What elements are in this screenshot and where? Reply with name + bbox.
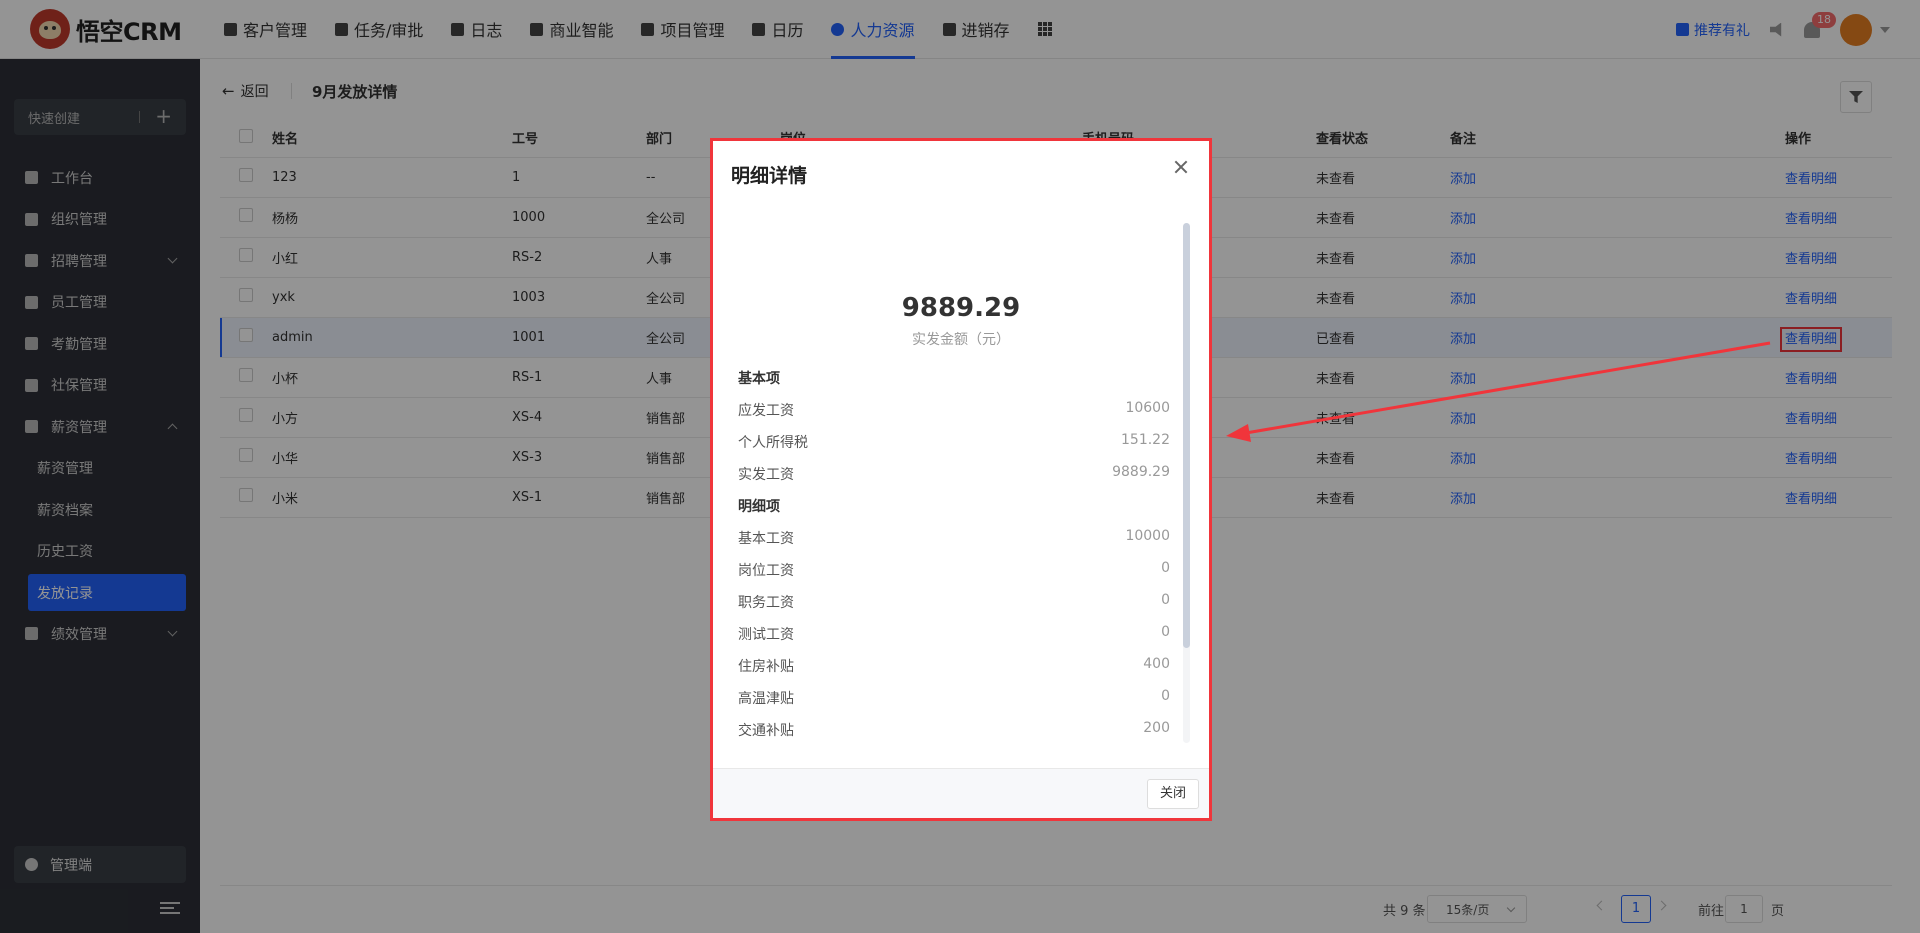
detail-label: 测试工资 xyxy=(738,627,794,643)
section-title: 明细项 xyxy=(738,499,780,515)
detail-row: 应发工资 10600 xyxy=(738,400,1170,420)
detail-row: 高温津贴 0 xyxy=(738,688,1170,708)
detail-label: 住房补贴 xyxy=(738,659,794,675)
detail-dialog: 明细详情 9889.29 实发金额（元） 基本项应发工资 10600 个人所得税 15… xyxy=(710,138,1212,821)
detail-row: 测试工资 0 xyxy=(738,624,1170,644)
detail-value: 400 xyxy=(1143,656,1170,672)
net-amount: 9889.29 xyxy=(901,293,1021,323)
detail-value: 0 xyxy=(1161,592,1170,608)
section-title: 基本项 xyxy=(738,371,780,387)
detail-row: 实发工资 9889.29 xyxy=(738,464,1170,484)
detail-value: 0 xyxy=(1161,688,1170,704)
dialog-footer: 关闭 xyxy=(713,768,1209,818)
dialog-body[interactable]: 9889.29 实发金额（元） 基本项应发工资 10600 个人所得税 151.22 实… xyxy=(713,211,1209,742)
detail-value: 0 xyxy=(1161,560,1170,576)
detail-value: 0 xyxy=(1161,624,1170,640)
detail-value: 151.22 xyxy=(1121,432,1170,448)
detail-row: 住房补贴 400 xyxy=(738,656,1170,676)
dialog-scrollbar[interactable] xyxy=(1183,223,1190,743)
detail-label: 交通补贴 xyxy=(738,723,794,739)
dialog-title: 明细详情 xyxy=(731,165,808,187)
detail-value: 200 xyxy=(1143,720,1170,736)
detail-label: 个人所得税 xyxy=(738,435,808,451)
detail-label: 职务工资 xyxy=(738,595,794,611)
detail-value: 10600 xyxy=(1125,400,1170,416)
detail-row: 岗位工资 0 xyxy=(738,560,1170,580)
detail-value: 9889.29 xyxy=(1112,464,1170,480)
close-icon[interactable] xyxy=(1171,157,1191,177)
detail-row: 基本工资 10000 xyxy=(738,528,1170,548)
detail-row: 职务工资 0 xyxy=(738,592,1170,612)
detail-row: 交通补贴 200 xyxy=(738,720,1170,740)
detail-label: 基本工资 xyxy=(738,531,794,547)
scrollbar-thumb[interactable] xyxy=(1183,223,1190,648)
detail-label: 岗位工资 xyxy=(738,563,794,579)
net-amount-label: 实发金额（元） xyxy=(912,332,1010,348)
detail-label: 应发工资 xyxy=(738,403,794,419)
close-button[interactable]: 关闭 xyxy=(1147,779,1199,809)
detail-row: 个人所得税 151.22 xyxy=(738,432,1170,452)
detail-value: 10000 xyxy=(1125,528,1170,544)
detail-label: 实发工资 xyxy=(738,467,794,483)
detail-label: 高温津贴 xyxy=(738,691,794,707)
